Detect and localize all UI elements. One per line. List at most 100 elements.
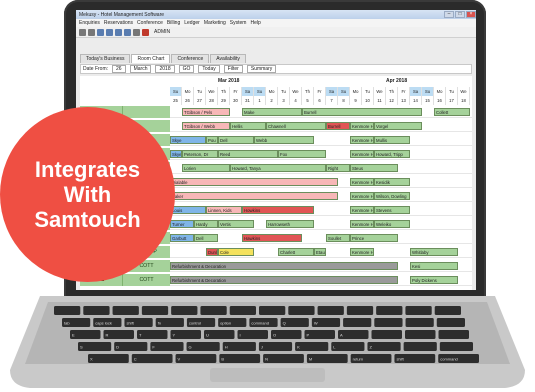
- booking-block[interactable]: Steus: [350, 164, 398, 172]
- menu-item-reservations[interactable]: Reservations: [104, 20, 133, 26]
- booking-block[interactable]: Harrowseth: [266, 220, 314, 228]
- day-number-cell[interactable]: 12: [386, 96, 398, 105]
- tab-availability[interactable]: Availability: [210, 54, 246, 63]
- booking-block[interactable]: Dialable: [170, 178, 338, 186]
- day-number-cell[interactable]: 14: [410, 96, 422, 105]
- booking-block[interactable]: Vorgel: [374, 122, 422, 130]
- booking-block[interactable]: Refurbishment & Decoration: [170, 276, 398, 284]
- booking-block[interactable]: Kesi: [410, 262, 458, 270]
- day-number-cell[interactable]: 8: [338, 96, 350, 105]
- filter-button[interactable]: Filter: [223, 65, 243, 73]
- booking-block[interactable]: Peterson, Dr: [182, 150, 218, 158]
- tab-today-s-business[interactable]: Today's Business: [80, 54, 131, 63]
- day-number-cell[interactable]: 7: [326, 96, 338, 105]
- booking-block[interactable]: Collett: [434, 108, 470, 116]
- month-field[interactable]: March: [129, 65, 152, 73]
- booking-block[interactable]: TGibson / Pels: [182, 108, 230, 116]
- booking-block[interactable]: Dunl: [206, 248, 218, 256]
- day-number-cell[interactable]: 16: [434, 96, 446, 105]
- booking-block[interactable]: TGibson / Webb: [182, 122, 230, 130]
- booking-block[interactable]: Dell: [194, 234, 218, 242]
- booking-block[interactable]: Howard, Tanya: [230, 164, 326, 172]
- booking-block[interactable]: Pou: [206, 136, 218, 144]
- menu-item-system[interactable]: System: [230, 20, 247, 26]
- go-button[interactable]: GO: [178, 65, 195, 73]
- booking-block[interactable]: Kenmore H: [350, 136, 374, 144]
- menu-item-help[interactable]: Help: [250, 20, 260, 26]
- booking-block[interactable]: Webb: [254, 136, 314, 144]
- booking-block[interactable]: Skye: [170, 150, 182, 158]
- minimize-button[interactable]: –: [444, 11, 454, 18]
- booking-block[interactable]: Kenmore H: [350, 220, 374, 228]
- booking-block[interactable]: Weleiko: [374, 220, 410, 228]
- booking-block[interactable]: Dell: [218, 136, 254, 144]
- booking-block[interactable]: Etau: [314, 248, 326, 256]
- booking-block[interactable]: Poly Dickens: [410, 276, 458, 284]
- booking-block[interactable]: Mullis: [374, 136, 410, 144]
- booking-block[interactable]: Burrell: [302, 108, 422, 116]
- day-number-cell[interactable]: 18: [458, 96, 470, 105]
- booking-block[interactable]: Vertis: [218, 220, 254, 228]
- grid-icon[interactable]: [106, 28, 113, 36]
- day-number-cell[interactable]: 1: [254, 96, 266, 105]
- calendar-icon[interactable]: [97, 28, 104, 36]
- day-number-cell[interactable]: 5: [302, 96, 314, 105]
- day-number-cell[interactable]: 15: [422, 96, 434, 105]
- booking-block[interactable]: Prince: [350, 234, 398, 242]
- booking-block[interactable]: Skye: [170, 136, 206, 144]
- booking-block[interactable]: Howard, Tripp: [374, 150, 410, 158]
- booking-block[interactable]: Kesidik: [374, 178, 410, 186]
- menu-item-enquiries[interactable]: Enquiries: [79, 20, 100, 26]
- day-number-cell[interactable]: 26: [182, 96, 194, 105]
- menu-item-conference[interactable]: Conference: [137, 20, 163, 26]
- booking-block[interactable]: Baker: [170, 192, 338, 200]
- menu-item-ledger[interactable]: Ledger: [184, 20, 200, 26]
- booking-block[interactable]: Right: [326, 164, 350, 172]
- settings-icon[interactable]: [88, 28, 95, 36]
- day-number-cell[interactable]: 31: [242, 96, 254, 105]
- booking-block[interactable]: Kenmore H: [350, 150, 374, 158]
- booking-block[interactable]: Burrell: [326, 122, 350, 130]
- booking-block[interactable]: Hellis: [230, 122, 266, 130]
- booking-block[interactable]: Hawkins: [242, 234, 302, 242]
- save-icon[interactable]: [115, 28, 122, 36]
- booking-block[interactable]: Charlett: [278, 248, 314, 256]
- maximize-button[interactable]: □: [455, 11, 465, 18]
- day-number-cell[interactable]: 25: [170, 96, 182, 105]
- day-number-cell[interactable]: 13: [398, 96, 410, 105]
- day-number-cell[interactable]: 3: [278, 96, 290, 105]
- chart-icon[interactable]: [133, 28, 140, 36]
- booking-block[interactable]: Refurbishment & Decoration: [170, 262, 398, 270]
- tab-conference[interactable]: Conference: [171, 54, 210, 63]
- day-number-cell[interactable]: 30: [230, 96, 242, 105]
- summary-button[interactable]: Summary: [246, 65, 277, 73]
- day-number-cell[interactable]: 27: [194, 96, 206, 105]
- day-number-cell[interactable]: 28: [206, 96, 218, 105]
- close-button[interactable]: ×: [466, 11, 476, 18]
- booking-block[interactable]: Fox: [278, 150, 326, 158]
- booking-block[interactable]: Howkins: [242, 206, 314, 214]
- day-number-cell[interactable]: 6: [314, 96, 326, 105]
- booking-block[interactable]: Whitlaby: [410, 248, 458, 256]
- today-button[interactable]: Today: [198, 65, 220, 73]
- day-number-cell[interactable]: 9: [350, 96, 362, 105]
- booking-block[interactable]: Wilson, Dowling: [374, 192, 410, 200]
- booking-block[interactable]: Linnen, Kids: [206, 206, 242, 214]
- search-icon[interactable]: [142, 28, 149, 36]
- year-field[interactable]: 2018: [155, 65, 175, 73]
- booking-block[interactable]: Soullet: [326, 234, 350, 242]
- booking-block[interactable]: Chawnell: [266, 122, 326, 130]
- day-field[interactable]: 26: [112, 65, 126, 73]
- print-icon[interactable]: [124, 28, 131, 36]
- day-number-cell[interactable]: 11: [374, 96, 386, 105]
- booking-block[interactable]: Lorien: [182, 164, 230, 172]
- help-icon[interactable]: [79, 28, 86, 36]
- booking-block[interactable]: Make: [242, 108, 302, 116]
- day-number-cell[interactable]: 29: [218, 96, 230, 105]
- booking-block[interactable]: Kenmore H: [350, 206, 374, 214]
- booking-block[interactable]: Cole: [218, 248, 254, 256]
- booking-block[interactable]: Kenmore H: [350, 122, 374, 130]
- menu-item-billing[interactable]: Billing: [167, 20, 180, 26]
- booking-block[interactable]: Hardy: [194, 220, 218, 228]
- booking-block[interactable]: Kenmore H: [350, 178, 374, 186]
